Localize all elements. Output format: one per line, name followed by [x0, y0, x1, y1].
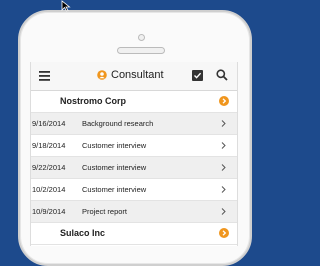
item-date: 10/2/2014	[32, 185, 66, 194]
consultant-logo-icon	[97, 70, 107, 80]
checkbox-icon[interactable]	[192, 70, 203, 81]
item-date: 9/22/2014	[32, 163, 66, 172]
list-item[interactable]: 9/16/2014 Background research	[31, 113, 237, 135]
phone-camera	[138, 34, 145, 41]
app-header: Consultant	[31, 62, 237, 91]
group-header-sulaco: Sulaco Inc	[31, 223, 237, 245]
phone-speaker	[117, 47, 165, 54]
item-activity: Customer interview	[82, 163, 147, 172]
chevron-right-icon	[221, 120, 226, 127]
mouse-cursor-icon	[61, 0, 71, 12]
list-item[interactable]: 9/22/2014 Customer interview	[31, 157, 237, 179]
group-header-nostromo: Nostromo Corp	[31, 91, 237, 113]
item-date: 10/9/2014	[32, 207, 66, 216]
app-title: Consultant	[111, 69, 164, 81]
group-name: Sulaco Inc	[60, 228, 106, 238]
chevron-right-icon	[221, 142, 226, 149]
expand-arrow-icon[interactable]	[219, 228, 229, 238]
search-icon[interactable]	[216, 69, 228, 81]
item-activity: Background research	[82, 119, 154, 128]
item-date: 9/18/2014	[32, 141, 66, 150]
item-date: 9/16/2014	[32, 119, 66, 128]
list-item[interactable]: 9/18/2014 Customer interview	[31, 135, 237, 157]
chevron-right-icon	[221, 164, 226, 171]
list-item[interactable]: 10/2/2014 Customer interview	[31, 179, 237, 201]
chevron-right-icon	[221, 186, 226, 193]
group-name: Nostromo Corp	[60, 96, 126, 106]
app-screen: Consultant Nostromo Corp 9/16/2014 Backg…	[30, 62, 238, 246]
app-title-group: Consultant	[97, 69, 164, 81]
chevron-right-icon	[221, 208, 226, 215]
list-item[interactable]: 10/9/2014 Project report	[31, 201, 237, 223]
expand-arrow-icon[interactable]	[219, 96, 229, 106]
hamburger-menu-icon[interactable]	[39, 71, 50, 81]
item-activity: Customer interview	[82, 141, 147, 150]
item-activity: Customer interview	[82, 185, 147, 194]
item-activity: Project report	[82, 207, 128, 216]
